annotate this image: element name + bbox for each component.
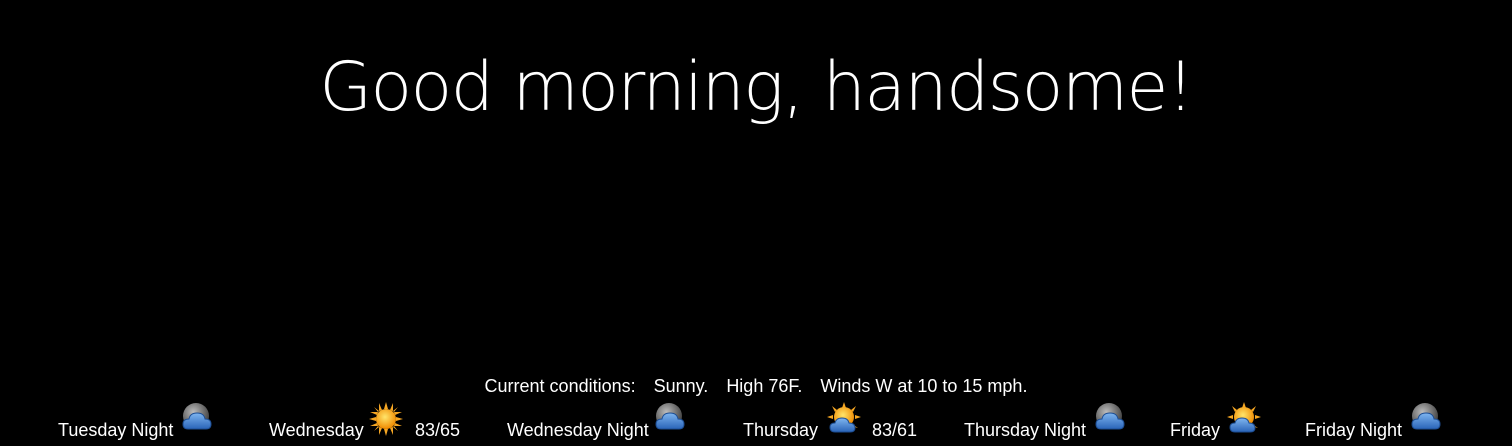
- current-sky: Sunny.: [653, 376, 709, 396]
- night-cloudy-icon: [182, 403, 212, 430]
- current-high: High 76F.: [726, 376, 803, 396]
- current-conditions: Current conditions: Sunny. High 76F. Winds …: [0, 374, 1512, 398]
- partly-sunny-icon: [827, 402, 861, 433]
- greeting-title: Good morning, handsome!: [319, 48, 1194, 127]
- night-cloudy-icon: [1411, 403, 1441, 430]
- forecast-temp: 83/65: [415, 420, 461, 440]
- forecast-bar: Tuesday Night Wednesday 83/65 Wednesday …: [0, 398, 1512, 446]
- forecast-day: Friday: [1170, 420, 1221, 440]
- current-conditions-label: Current conditions:: [484, 376, 636, 396]
- forecast-day: Wednesday: [269, 420, 364, 440]
- forecast-day: Friday Night: [1305, 420, 1403, 440]
- night-cloudy-icon: [655, 403, 685, 430]
- partly-sunny-icon: [1227, 402, 1261, 433]
- night-cloudy-icon: [1095, 403, 1125, 430]
- sunny-icon: [369, 402, 403, 436]
- forecast-day: Wednesday Night: [507, 420, 649, 440]
- forecast-day: Tuesday Night: [58, 420, 174, 440]
- forecast-day: Thursday Night: [964, 420, 1087, 440]
- forecast-temp: 83/61: [872, 420, 918, 440]
- forecast-day: Thursday: [743, 420, 819, 440]
- current-winds: Winds W at 10 to 15 mph.: [820, 376, 1028, 396]
